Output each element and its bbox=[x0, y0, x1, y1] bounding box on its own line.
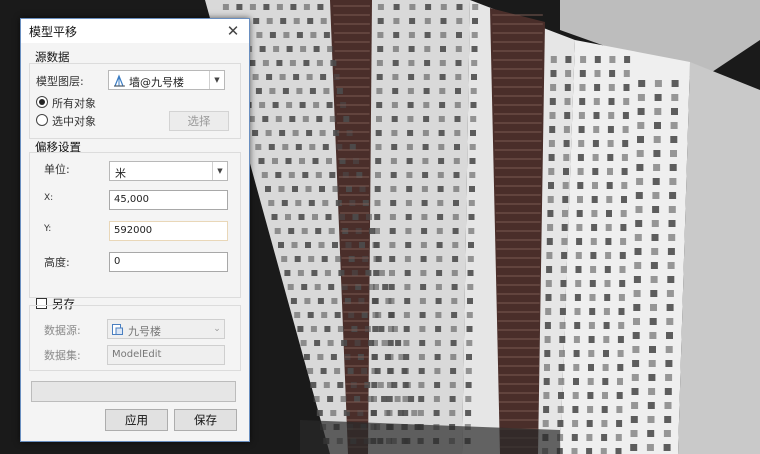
all-objects-radio[interactable] bbox=[36, 96, 48, 108]
unit-label: 单位: bbox=[44, 163, 70, 176]
x-offset-input[interactable]: 45,000 bbox=[109, 190, 228, 210]
datasource-value: 九号楼 bbox=[128, 325, 161, 338]
y-label: Y: bbox=[44, 224, 52, 234]
dialog-title: 模型平移 bbox=[29, 25, 78, 39]
save-button[interactable]: 保存 bbox=[174, 409, 237, 431]
chevron-down-icon[interactable]: ▼ bbox=[212, 162, 227, 180]
chevron-down-icon[interactable]: ⌄ bbox=[210, 320, 224, 338]
select-button[interactable]: 选择 bbox=[169, 111, 229, 131]
dialog-titlebar[interactable]: 模型平移 ✕ bbox=[21, 19, 249, 43]
building-far-face bbox=[678, 62, 760, 454]
datasource-label: 数据源: bbox=[44, 324, 81, 337]
layer-value: 墙@九号楼 bbox=[129, 76, 184, 89]
y-offset-input[interactable]: 592000 bbox=[109, 221, 228, 241]
height-label: 高度: bbox=[44, 256, 70, 269]
close-icon[interactable]: ✕ bbox=[223, 21, 243, 41]
selected-objects-radio[interactable] bbox=[36, 114, 48, 126]
model-translate-dialog: 模型平移 ✕ 源数据 模型图层: 墙@九号楼 ▼ 所有对象 选中对象 选择 偏移… bbox=[20, 18, 250, 442]
all-objects-label: 所有对象 bbox=[52, 97, 96, 110]
layer-select[interactable]: 墙@九号楼 ▼ bbox=[108, 70, 225, 90]
layer-label: 模型图层: bbox=[36, 75, 84, 88]
selected-objects-label: 选中对象 bbox=[52, 115, 96, 128]
height-offset-input[interactable]: 0 bbox=[109, 252, 228, 272]
dataset-label: 数据集: bbox=[44, 349, 81, 362]
dataset-input[interactable]: ModelEdit bbox=[107, 345, 225, 365]
apply-button[interactable]: 应用 bbox=[105, 409, 168, 431]
x-label: X: bbox=[44, 193, 54, 203]
unit-select[interactable]: 米 ▼ bbox=[109, 161, 228, 181]
datasource-select[interactable]: 九号楼 ⌄ bbox=[107, 319, 225, 339]
building-layer-icon bbox=[114, 74, 125, 87]
database-icon bbox=[112, 324, 123, 335]
chevron-down-icon[interactable]: ▼ bbox=[209, 71, 224, 89]
unit-value: 米 bbox=[115, 167, 126, 180]
progress-bar bbox=[31, 381, 236, 402]
